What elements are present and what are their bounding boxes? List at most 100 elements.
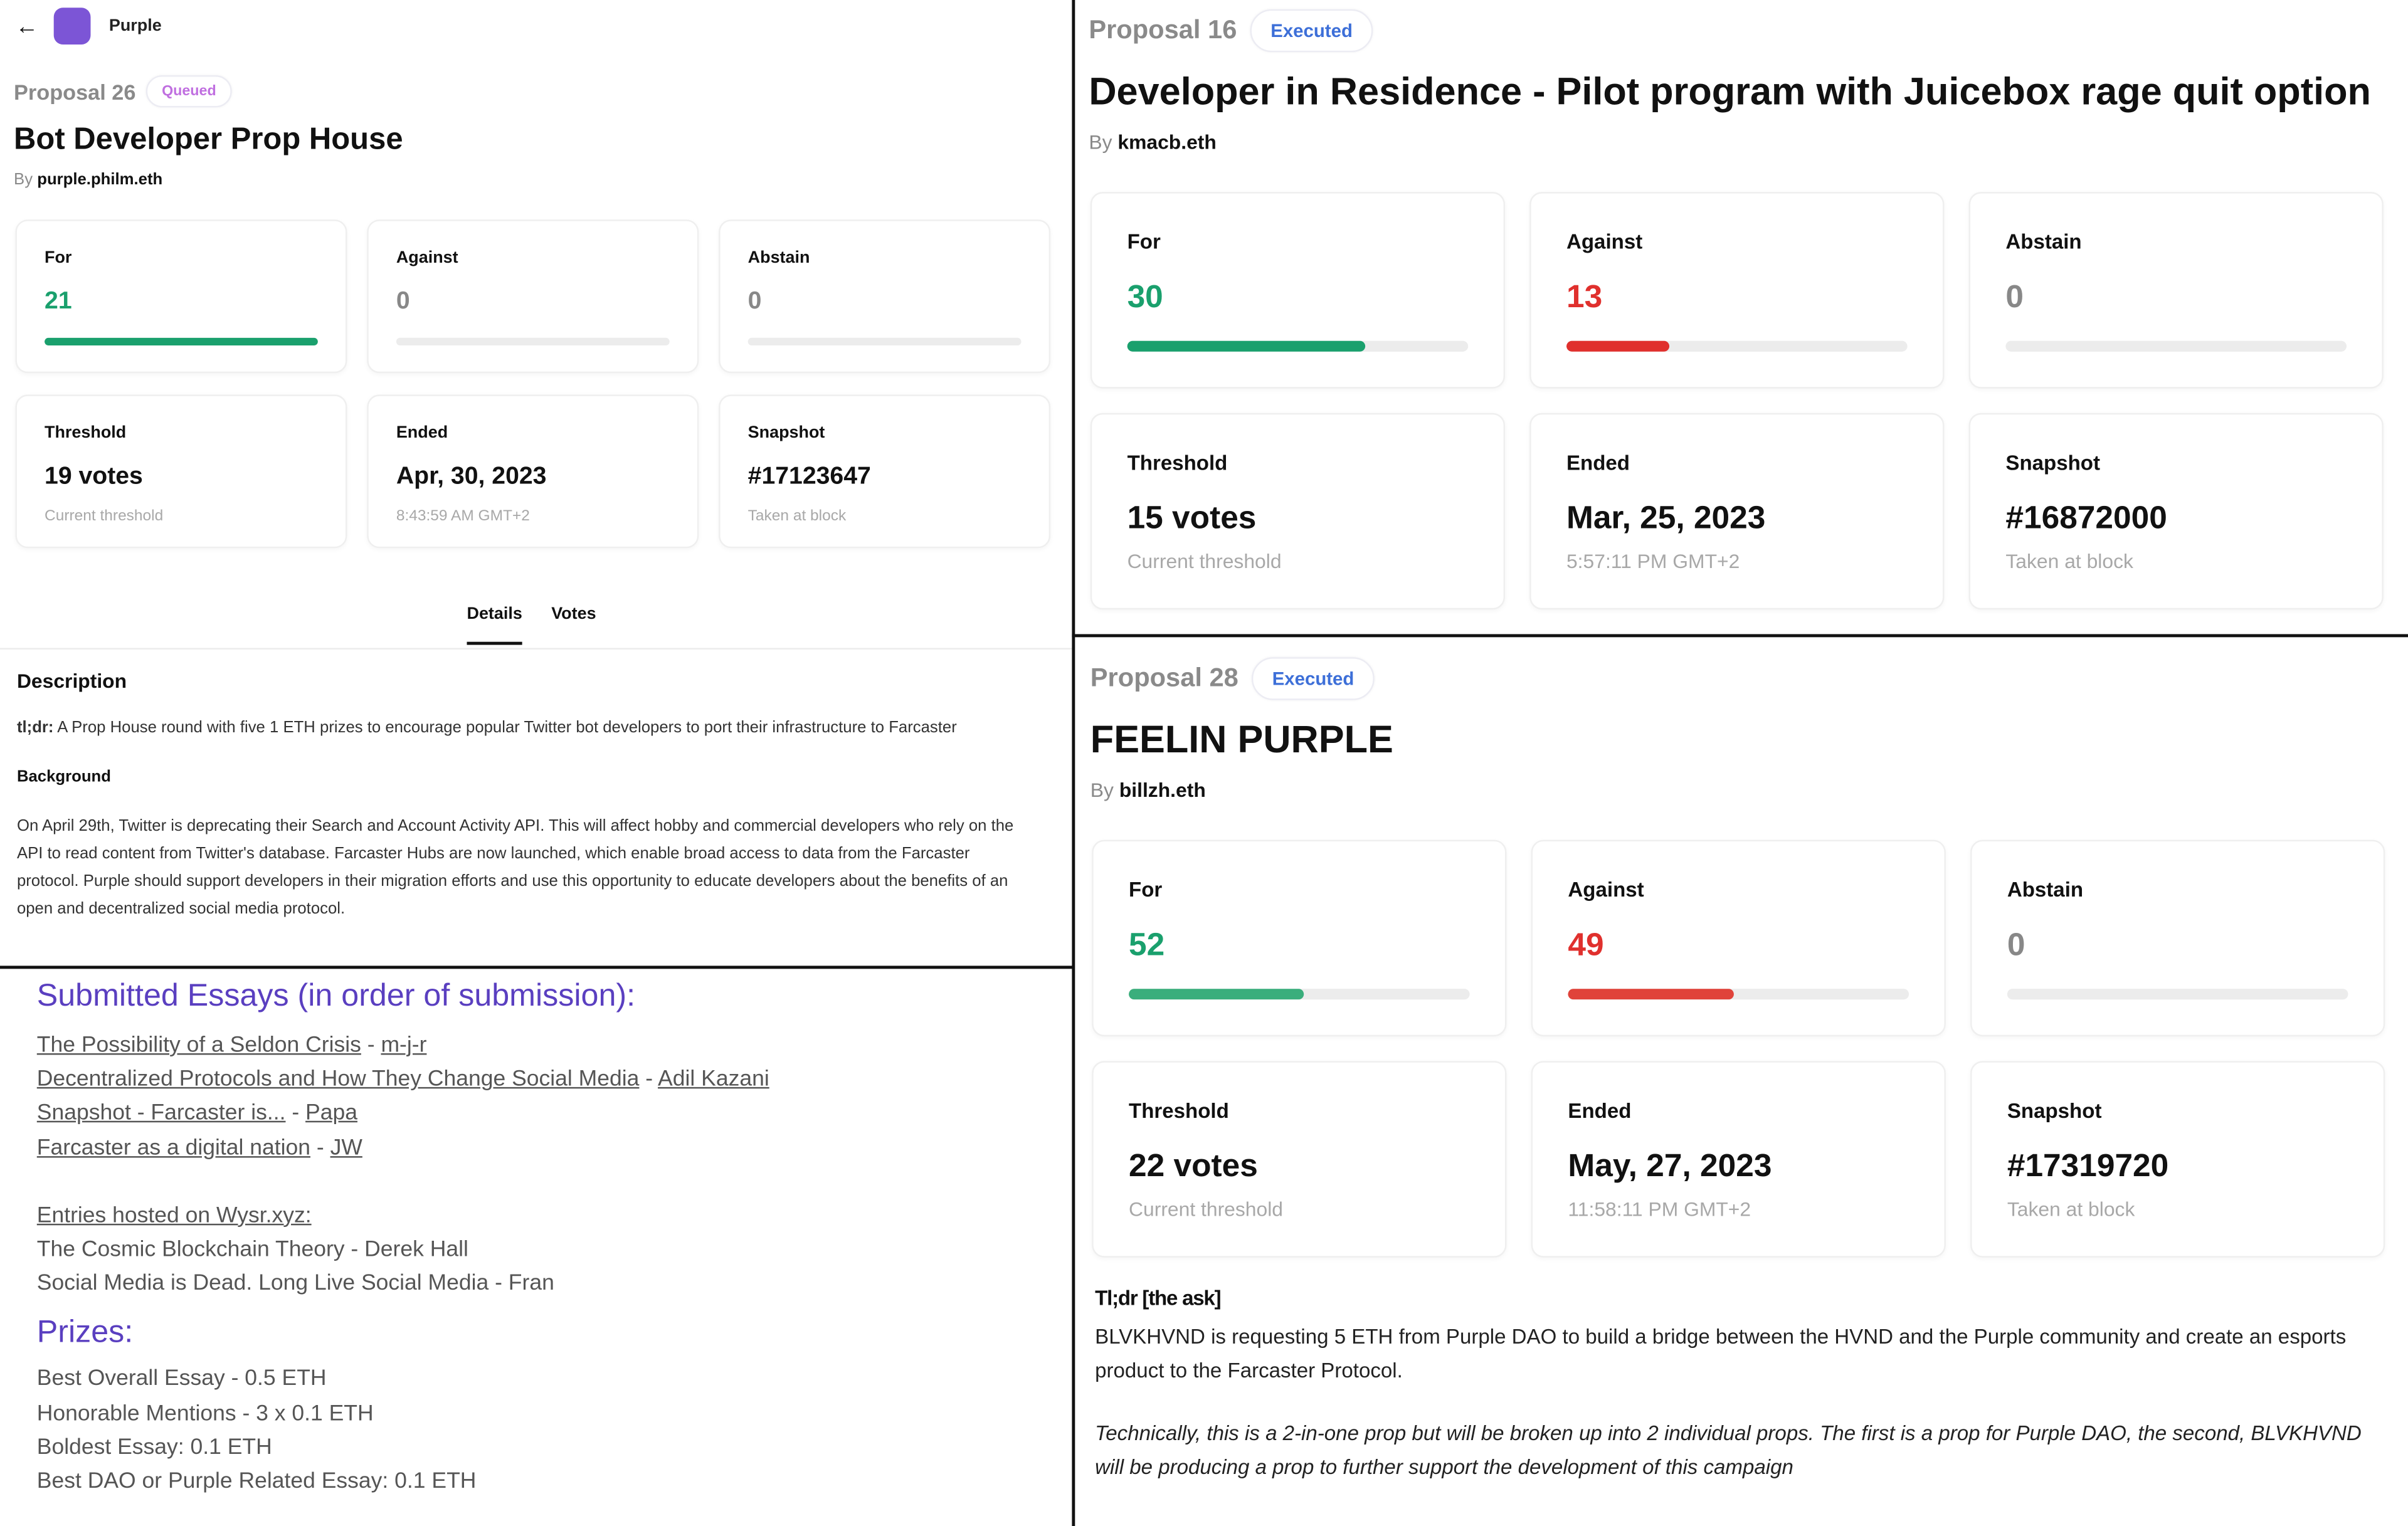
ask-italic-note: Technically, this is a 2-in-one prop but… bbox=[1095, 1421, 2362, 1479]
essay-title-link[interactable]: Farcaster as a digital nation bbox=[37, 1135, 310, 1160]
for-progress-bar bbox=[1129, 989, 1470, 1000]
threshold-card: Threshold 22 votes Current threshold bbox=[1092, 1061, 1507, 1258]
ask-section: Tl;dr [the ask] BLVKHVND is requesting 5… bbox=[1095, 1282, 2392, 1485]
essay-title-link[interactable]: Decentralized Protocols and How They Cha… bbox=[37, 1068, 640, 1092]
proposal-header: Proposal 26 Queued bbox=[14, 75, 232, 108]
by-label: By bbox=[1090, 778, 1114, 802]
status-badge: Queued bbox=[146, 75, 232, 108]
snapshot-block[interactable]: #16872000 bbox=[2005, 500, 2167, 537]
snapshot-card: Snapshot #17319720 Taken at block bbox=[1970, 1061, 2385, 1258]
dao-logo[interactable] bbox=[53, 8, 91, 45]
snapshot-block[interactable]: #17319720 bbox=[2007, 1149, 2168, 1186]
separator: - bbox=[361, 1033, 381, 1058]
threshold-label: Threshold bbox=[1127, 451, 1228, 475]
dao-name[interactable]: Purple bbox=[109, 17, 162, 35]
prizes-heading: Prizes: bbox=[36, 1315, 134, 1350]
top-nav: ← Purple bbox=[15, 8, 162, 45]
against-card: Against 13 bbox=[1529, 192, 1945, 389]
threshold-sub: Current threshold bbox=[45, 508, 164, 525]
abstain-progress-bar bbox=[747, 337, 1022, 346]
tab-votes[interactable]: Votes bbox=[551, 605, 596, 623]
prize-item: Boldest Essay: 0.1 ETH bbox=[36, 1435, 272, 1460]
essay-item: Decentralized Protocols and How They Cha… bbox=[37, 1063, 1042, 1097]
essay-item: Farcaster as a digital nation - JW bbox=[37, 1131, 1042, 1165]
proposal-16-panel: Proposal 16 Executed Developer in Reside… bbox=[1073, 0, 2408, 636]
snapshot-label: Snapshot bbox=[2005, 451, 2101, 475]
for-label: For bbox=[1129, 878, 1163, 902]
against-card: Against 49 bbox=[1531, 839, 1946, 1037]
against-progress-bar bbox=[396, 337, 670, 346]
threshold-card: Threshold 19 votes Current threshold bbox=[15, 394, 347, 549]
essays-heading: Submitted Essays (in order of submission… bbox=[36, 978, 636, 1014]
by-label: By bbox=[1089, 130, 1112, 154]
essay-title-link[interactable]: Snapshot - Farcaster is... bbox=[37, 1102, 286, 1126]
for-count: 52 bbox=[1129, 927, 1165, 963]
against-count: 0 bbox=[396, 288, 410, 315]
threshold-sub: Current threshold bbox=[1127, 549, 1282, 573]
abstain-label: Abstain bbox=[747, 248, 810, 268]
abstain-label: Abstain bbox=[2007, 878, 2084, 902]
proposal-28-panel: Proposal 28 Executed FEELIN PURPLE By bi… bbox=[1073, 637, 2408, 1526]
prize-item: Best DAO or Purple Related Essay: 0.1 ET… bbox=[36, 1469, 477, 1494]
proposal-number: Proposal 16 bbox=[1089, 15, 1237, 45]
snapshot-block[interactable]: #17123647 bbox=[748, 464, 871, 492]
against-label: Against bbox=[396, 248, 458, 268]
tab-bar: Details Votes bbox=[0, 602, 1072, 650]
snapshot-card: Snapshot #17123647 Taken at block bbox=[719, 394, 1051, 549]
tldr-label: tl;dr: bbox=[16, 718, 54, 737]
ended-time: 11:58:11 PM GMT+2 bbox=[1568, 1197, 1751, 1221]
ended-time: 5:57:11 PM GMT+2 bbox=[1566, 549, 1740, 573]
hosted-item: Social Media is Dead. Long Live Social M… bbox=[36, 1271, 554, 1297]
for-card: For 30 bbox=[1090, 192, 1506, 389]
essay-author-link[interactable]: Papa bbox=[305, 1102, 357, 1126]
background-heading: Background bbox=[16, 767, 111, 786]
collage-divider-vertical bbox=[1072, 0, 1075, 1526]
back-arrow-icon[interactable]: ← bbox=[15, 13, 38, 39]
separator: - bbox=[639, 1067, 658, 1092]
collage-divider-left bbox=[0, 966, 1074, 969]
author-link[interactable]: purple.philm.eth bbox=[37, 171, 162, 189]
author-link[interactable]: kmacb.eth bbox=[1117, 130, 1217, 154]
author-link[interactable]: billzh.eth bbox=[1119, 779, 1206, 802]
threshold-card: Threshold 15 votes Current threshold bbox=[1090, 413, 1506, 610]
prize-item: Best Overall Essay - 0.5 ETH bbox=[36, 1367, 327, 1392]
ask-paragraph: BLVKHVND is requesting 5 ETH from Purple… bbox=[1095, 1324, 2347, 1382]
for-label: For bbox=[45, 248, 72, 268]
for-progress-bar bbox=[1127, 340, 1469, 352]
against-progress-bar bbox=[1568, 989, 1909, 1000]
essay-author-link[interactable]: JW bbox=[330, 1135, 362, 1160]
separator: - bbox=[285, 1101, 306, 1127]
snapshot-label: Snapshot bbox=[2007, 1099, 2102, 1123]
tab-details[interactable]: Details bbox=[467, 605, 523, 645]
proposal-number: Proposal 28 bbox=[1090, 663, 1238, 693]
status-badge: Executed bbox=[1250, 9, 1373, 53]
essay-item: Snapshot - Farcaster is... - Papa bbox=[37, 1097, 1042, 1131]
snapshot-label: Snapshot bbox=[747, 423, 825, 443]
byline: By billzh.eth bbox=[1090, 779, 1206, 802]
for-progress-bar bbox=[45, 337, 318, 346]
essay-title-link[interactable]: The Possibility of a Seldon Crisis bbox=[37, 1033, 361, 1058]
against-count: 13 bbox=[1566, 279, 1603, 315]
against-progress-bar bbox=[1566, 340, 1908, 352]
hosted-item: The Cosmic Blockchain Theory - Derek Hal… bbox=[36, 1237, 468, 1263]
byline: By purple.philm.eth bbox=[14, 171, 162, 189]
abstain-count: 0 bbox=[2007, 927, 2025, 963]
ended-card: Ended Apr, 30, 2023 8:43:59 AM GMT+2 bbox=[367, 394, 699, 549]
for-progress-fill bbox=[45, 337, 318, 346]
wysr-link[interactable]: Entries hosted on Wysr.xyz: bbox=[37, 1204, 312, 1228]
for-label: For bbox=[1127, 230, 1161, 254]
proposal-title: FEELIN PURPLE bbox=[1090, 718, 1393, 762]
abstain-progress-bar bbox=[2005, 340, 2347, 352]
ended-date: Mar, 25, 2023 bbox=[1566, 500, 1766, 536]
essay-author-link[interactable]: Adil Kazani bbox=[658, 1068, 769, 1092]
proposal-number: Proposal 26 bbox=[14, 79, 136, 104]
for-progress-fill bbox=[1127, 340, 1366, 352]
ended-label: Ended bbox=[1568, 1099, 1632, 1123]
for-count: 21 bbox=[45, 288, 72, 315]
proposal-header: Proposal 16 Executed bbox=[1089, 9, 1373, 53]
prize-item: Honorable Mentions - 3 x 0.1 ETH bbox=[36, 1401, 374, 1426]
essay-author-link[interactable]: m-j-r bbox=[381, 1033, 426, 1058]
background-paragraph: On April 29th, Twitter is deprecating th… bbox=[16, 816, 1014, 918]
description-heading: Description bbox=[16, 669, 127, 693]
essay-item: The Possibility of a Seldon Crisis - m-j… bbox=[37, 1029, 1042, 1063]
